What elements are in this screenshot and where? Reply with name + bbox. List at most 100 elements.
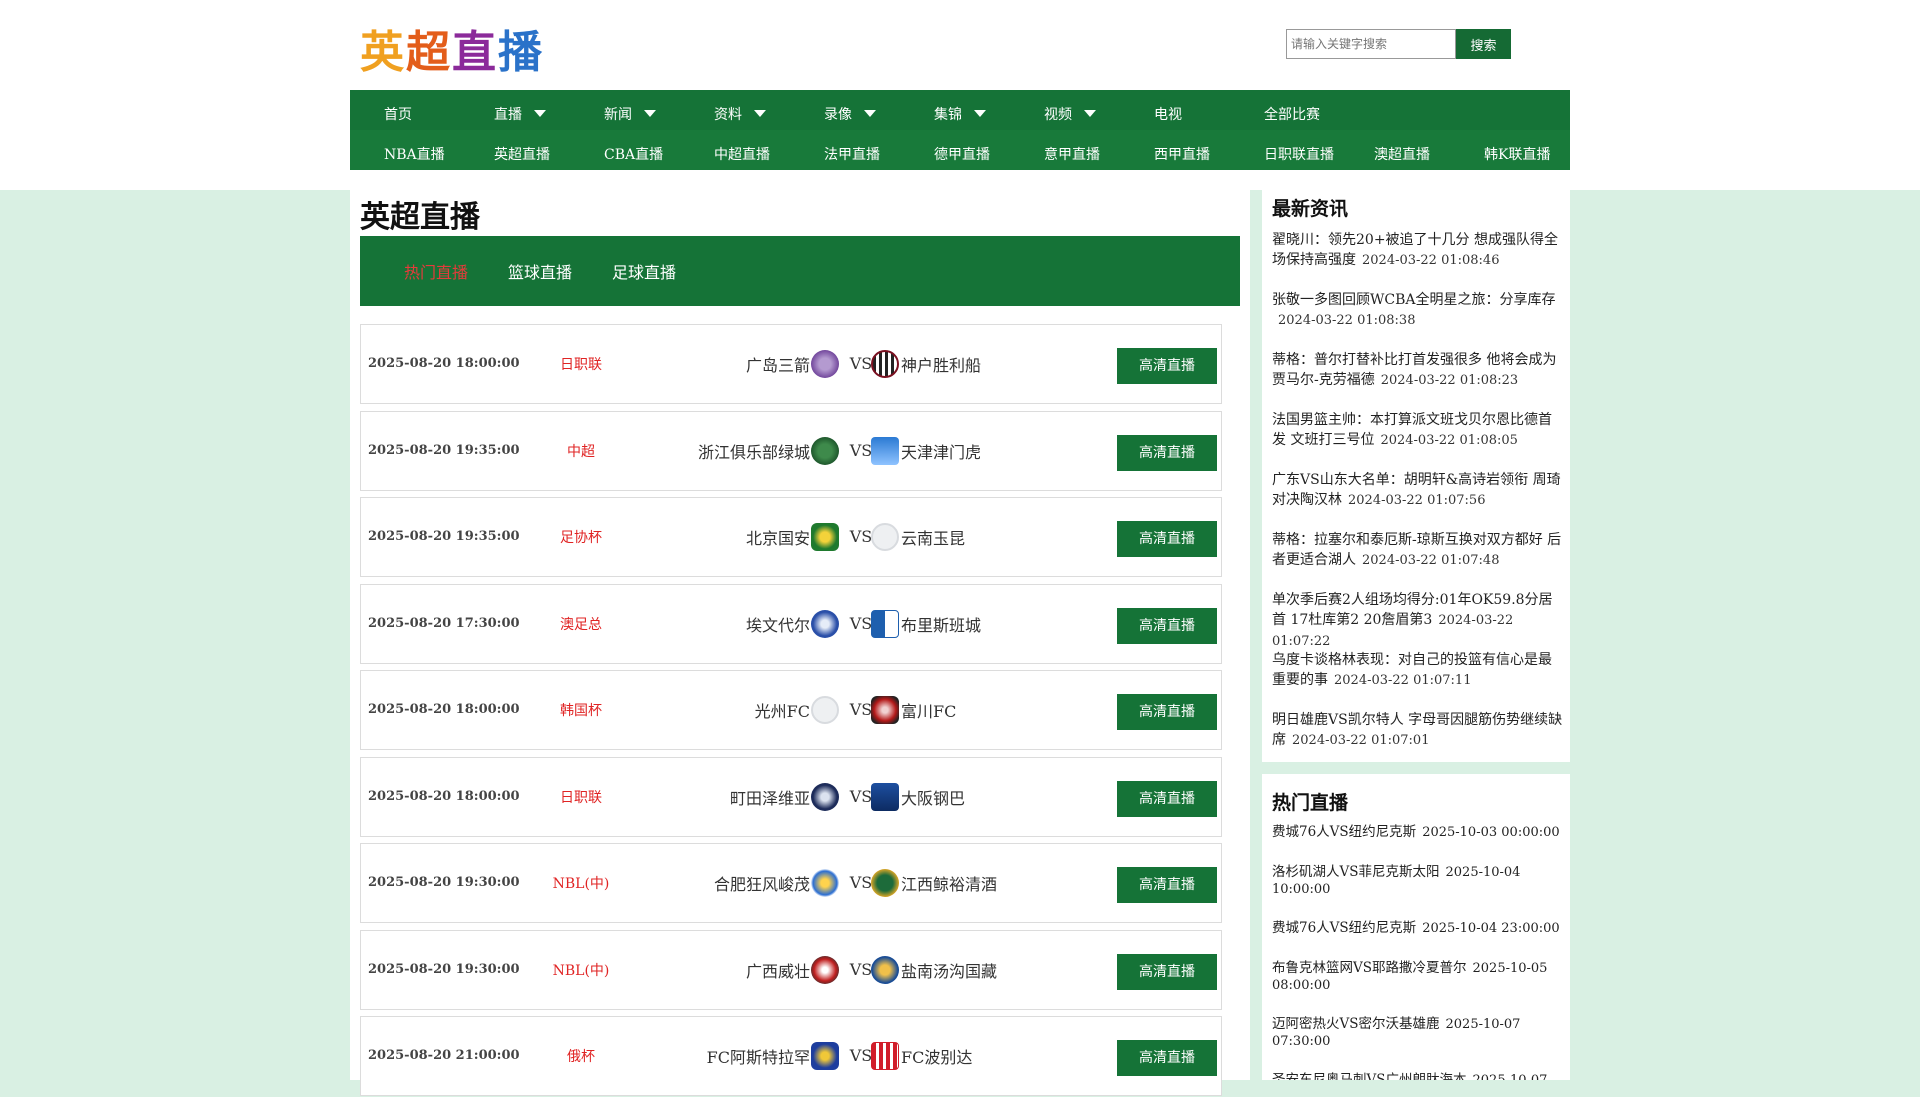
league-link-3[interactable]: 中超直播 — [680, 130, 790, 170]
away-team[interactable]: FC波别达 — [871, 1017, 1071, 1095]
hot-live-item[interactable]: 迈阿密热火VS密尔沃基雄鹿 2025-10-07 07:30:00 — [1272, 1016, 1564, 1050]
hd-live-button[interactable]: 高清直播 — [1117, 521, 1217, 557]
hot-live-title: 布鲁克林篮网VS耶路撒冷夏普尔 — [1272, 960, 1467, 976]
home-team[interactable]: 广西威壮 — [661, 931, 839, 1009]
caret-down-icon — [974, 109, 986, 117]
away-team[interactable]: 江西鲸裕清酒 — [871, 844, 1071, 922]
nav-item-5[interactable]: 集锦 — [900, 90, 1010, 130]
nav-item-label: 资料 — [714, 107, 742, 123]
match-time: 2025-08-20 18:00:00 — [368, 702, 520, 717]
match-time: 2025-08-20 19:30:00 — [368, 961, 520, 977]
league-link-4[interactable]: 法甲直播 — [790, 130, 900, 170]
away-team[interactable]: 神户胜利船 — [871, 325, 1071, 403]
news-item[interactable]: 明日雄鹿VS凯尔特人 字母哥因腿筋伤势继续缺席 2024-03-22 01:07:… — [1272, 710, 1564, 751]
nav-item-3[interactable]: 资料 — [680, 90, 790, 130]
away-team[interactable]: 天津津门虎 — [871, 412, 1071, 490]
league-link-7[interactable]: 西甲直播 — [1120, 130, 1230, 170]
hd-live-button[interactable]: 高清直播 — [1117, 607, 1217, 644]
caret-down-icon — [864, 109, 876, 117]
nav-item-label: 录像 — [824, 107, 852, 123]
home-team[interactable]: FC阿斯特拉罕 — [661, 1017, 839, 1095]
away-team[interactable]: 富川FC — [871, 671, 1071, 749]
tab-1[interactable]: 篮球直播 — [508, 259, 572, 283]
hd-live-button[interactable]: 高清直播 — [1117, 348, 1217, 384]
match-row: 2025-08-20 19:30:00 NBL(中) 广西威壮 VS 盐南汤沟国藏 高清直… — [360, 929, 1222, 1010]
search-bar: 搜索 — [1286, 29, 1511, 59]
news-item[interactable]: 单次季后赛2人组场均得分:01年OK59.8分居首 17杜库第2 20詹眉第3 2… — [1272, 590, 1564, 652]
match-league[interactable]: 足协杯 — [511, 498, 651, 576]
away-team[interactable]: 盐南汤沟国藏 — [871, 931, 1071, 1009]
news-item[interactable]: 翟晓川：领先20+被追了十几分 想成强队得全场保持高强度 2024-03-22 0… — [1272, 230, 1564, 271]
nav-item-0[interactable]: 首页 — [350, 90, 460, 130]
nav-item-8[interactable]: 全部比赛 — [1230, 90, 1340, 130]
site-logo[interactable]: 英 超 直 播 — [360, 18, 544, 78]
home-team[interactable]: 北京国安 — [661, 498, 839, 576]
hot-live-item[interactable]: 费城76人VS纽约尼克斯 2025-10-03 00:00:00 — [1272, 824, 1564, 841]
hd-live-button[interactable]: 高清直播 — [1117, 867, 1217, 903]
news-item[interactable]: 法国男篮主帅：本打算派文班戈贝尔恩比德首发 文班打三号位 2024-03-22 0… — [1272, 410, 1564, 451]
home-team[interactable]: 町田泽维亚 — [661, 758, 839, 836]
tab-2[interactable]: 足球直播 — [612, 259, 676, 283]
news-item[interactable]: 张敬一多图回顾WCBA全明星之旅：分享库存 2024-03-22 01:08:38 — [1272, 290, 1564, 331]
hd-live-button[interactable]: 高清直播 — [1117, 953, 1217, 990]
match-league[interactable]: 中超 — [511, 412, 651, 490]
latest-news-panel: 最新资讯 翟晓川：领先20+被追了十几分 想成强队得全场保持高强度 2024-03… — [1262, 180, 1570, 762]
news-item[interactable]: 广东VS山东大名单：胡明轩&高诗岩领衔 周琦对决陶汉林 2024-03-22 01… — [1272, 470, 1564, 511]
league-link-10[interactable]: 韩K联直播 — [1450, 130, 1560, 170]
league-link-8[interactable]: 日职联直播 — [1230, 130, 1340, 170]
caret-down-icon — [1084, 109, 1096, 117]
nav-item-7[interactable]: 电视 — [1120, 90, 1230, 130]
live-tabs: 热门直播 篮球直播 足球直播 — [360, 236, 1240, 306]
home-team[interactable]: 埃文代尔 — [661, 585, 839, 663]
tab-0[interactable]: 热门直播 — [404, 259, 468, 283]
match-league[interactable]: 日职联 — [511, 325, 651, 403]
hot-live-item[interactable]: 洛杉矶湖人VS菲尼克斯太阳 2025-10-04 10:00:00 — [1272, 864, 1564, 898]
home-team-name: 光州FC — [754, 702, 810, 721]
bucheon-crest-icon — [871, 696, 899, 724]
match-league[interactable]: NBL(中) — [511, 931, 651, 1009]
nav-item-4[interactable]: 录像 — [790, 90, 900, 130]
away-team[interactable]: 云南玉昆 — [871, 498, 1071, 576]
search-button[interactable]: 搜索 — [1456, 29, 1511, 59]
match-league[interactable]: 日职联 — [511, 758, 651, 836]
logo-char-3: 直 — [452, 27, 498, 78]
match-league[interactable]: 俄杯 — [511, 1017, 651, 1095]
news-date: 2024-03-22 01:08:05 — [1380, 433, 1518, 448]
match-row: 2025-08-20 18:00:00 日职联 町田泽维亚 VS 大阪钢巴 高清直播 — [360, 756, 1222, 837]
away-team[interactable]: 大阪钢巴 — [871, 758, 1071, 836]
league-link-1[interactable]: 英超直播 — [460, 130, 570, 170]
nav-item-2[interactable]: 新闻 — [570, 90, 680, 130]
home-team[interactable]: 浙江俱乐部绿城 — [661, 412, 839, 490]
nav-item-1[interactable]: 直播 — [460, 90, 570, 130]
news-item[interactable]: 蒂格：拉塞尔和泰厄斯-琼斯互换对双方都好 后者更适合湖人 2024-03-22 0… — [1272, 530, 1564, 571]
league-link-0[interactable]: NBA直播 — [350, 130, 460, 170]
match-league[interactable]: 韩国杯 — [511, 671, 651, 749]
match-row: 2025-08-20 18:00:00 日职联 广岛三箭 VS 神户胜利船 高清直播 — [360, 324, 1222, 404]
gamba-crest-icon — [871, 782, 899, 811]
hd-live-button[interactable]: 高清直播 — [1117, 434, 1217, 471]
league-link-9[interactable]: 澳超直播 — [1340, 130, 1450, 170]
away-team-name: 天津津门虎 — [901, 442, 982, 462]
hot-live-item[interactable]: 费城76人VS纽约尼克斯 2025-10-04 23:00:00 — [1272, 920, 1564, 937]
league-link-2[interactable]: CBA直播 — [570, 130, 680, 170]
hot-live-title: 费城76人VS纽约尼克斯 — [1272, 920, 1417, 936]
home-team[interactable]: 广岛三箭 — [661, 325, 839, 403]
league-link-6[interactable]: 意甲直播 — [1010, 130, 1120, 170]
nav-item-label: 直播 — [494, 107, 522, 123]
away-team[interactable]: 布里斯班城 — [871, 585, 1071, 663]
hd-live-button[interactable]: 高清直播 — [1117, 1040, 1217, 1076]
news-item[interactable]: 蒂格：普尔打替补比打首发强很多 他将会成为贾马尔-克劳福德 2024-03-22 … — [1272, 350, 1564, 391]
home-team[interactable]: 光州FC — [661, 671, 839, 749]
search-input[interactable] — [1286, 29, 1456, 59]
match-league[interactable]: 澳足总 — [511, 585, 651, 663]
match-league[interactable]: NBL(中) — [511, 844, 651, 922]
hot-live-item[interactable]: 布鲁克林篮网VS耶路撒冷夏普尔 2025-10-05 08:00:00 — [1272, 960, 1564, 994]
away-team-name: 神户胜利船 — [901, 356, 982, 375]
nav-item-6[interactable]: 视频 — [1010, 90, 1120, 130]
home-team[interactable]: 合肥狂风峻茂 — [661, 844, 839, 922]
league-link-5[interactable]: 德甲直播 — [900, 130, 1010, 170]
hot-live-item[interactable]: 圣安东尼奥马刺VS广州朗肽海本 2025-10-07 — [1272, 1072, 1564, 1080]
news-item[interactable]: 乌度卡谈格林表现：对自己的投篮有信心是最重要的事 2024-03-22 01:07… — [1272, 650, 1564, 691]
hd-live-button[interactable]: 高清直播 — [1117, 780, 1217, 817]
hd-live-button[interactable]: 高清直播 — [1117, 694, 1217, 730]
